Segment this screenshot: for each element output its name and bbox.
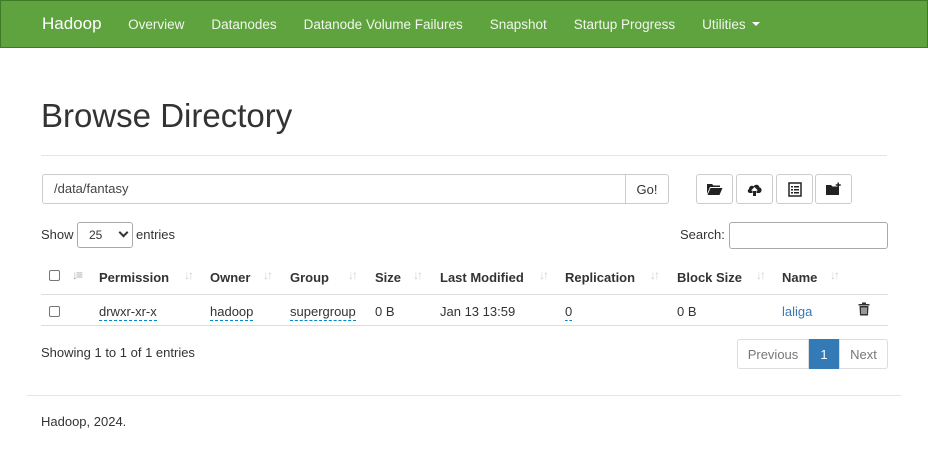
- footer-divider: [27, 395, 901, 396]
- column-header-block-size[interactable]: Block Size: [677, 270, 742, 285]
- permission-editable[interactable]: drwxr-xr-x: [99, 304, 157, 321]
- create-directory-button[interactable]: [815, 174, 852, 204]
- cloud-upload-icon: [747, 184, 762, 196]
- column-header-permission[interactable]: Permission: [99, 270, 169, 285]
- title-divider: [41, 155, 887, 156]
- sort-icon: ↓↑: [650, 268, 660, 282]
- column-header-last-modified[interactable]: Last Modified: [440, 270, 524, 285]
- column-header-name[interactable]: Name: [782, 270, 817, 285]
- directory-path-input[interactable]: /data/fantasy: [42, 174, 626, 204]
- pagination: Previous 1 Next: [737, 339, 888, 369]
- column-header-replication[interactable]: Replication: [565, 270, 635, 285]
- sort-icon: ↓↑: [348, 268, 358, 282]
- chevron-down-icon: [118, 227, 129, 238]
- search-label: Search:: [680, 227, 725, 242]
- page-length-value: 25: [89, 228, 103, 242]
- page-1-button[interactable]: 1: [809, 339, 839, 369]
- owner-editable[interactable]: hadoop: [210, 304, 254, 321]
- size-cell: 0 B: [375, 304, 395, 319]
- sort-icon: ↓↑: [830, 268, 840, 282]
- sort-icon: ↓↑: [539, 268, 549, 282]
- table-info: Showing 1 to 1 of 1 entries: [41, 345, 195, 360]
- top-navbar: Hadoop Overview Datanodes Datanode Volum…: [0, 0, 928, 48]
- select-all-checkbox[interactable]: [49, 270, 60, 281]
- table-row-divider: [41, 325, 888, 326]
- nav-utilities-label: Utilities: [702, 16, 746, 32]
- nav-datanode-volume-failures[interactable]: Datanode Volume Failures: [290, 0, 476, 48]
- table-header-divider: [41, 294, 888, 295]
- previous-page-button[interactable]: Previous: [737, 339, 809, 369]
- page-title: Browse Directory: [41, 97, 293, 134]
- group-editable[interactable]: supergroup: [290, 304, 356, 321]
- column-header-group[interactable]: Group: [290, 270, 329, 285]
- open-directory-button[interactable]: [696, 174, 733, 204]
- directory-name-link[interactable]: laliga: [782, 304, 812, 319]
- trash-icon: [858, 302, 870, 316]
- sort-icon: ↓↑: [413, 268, 423, 282]
- page-length-select[interactable]: 25: [77, 222, 133, 248]
- column-header-owner[interactable]: Owner: [210, 270, 250, 285]
- nav-overview[interactable]: Overview: [115, 0, 198, 48]
- row-checkbox[interactable]: [49, 306, 60, 317]
- entries-label: entries: [136, 227, 176, 242]
- sort-icon: ↓↑: [184, 268, 194, 282]
- last-modified-cell: Jan 13 13:59: [440, 304, 516, 319]
- sort-icon: ↓↑: [263, 268, 273, 282]
- sort-desc-icon[interactable]: ↓≡: [72, 268, 83, 282]
- show-label: Show: [41, 227, 74, 242]
- nav-snapshot[interactable]: Snapshot: [476, 0, 560, 48]
- next-page-button[interactable]: Next: [839, 339, 888, 369]
- column-header-size[interactable]: Size: [375, 270, 401, 285]
- caret-down-icon: [751, 22, 760, 26]
- go-button[interactable]: Go!: [625, 174, 669, 204]
- list-alt-icon: [787, 181, 802, 197]
- brand-link[interactable]: Hadoop: [42, 14, 102, 34]
- delete-button[interactable]: [858, 302, 870, 319]
- nav-datanodes[interactable]: Datanodes: [198, 0, 290, 48]
- folder-open-icon: [707, 184, 723, 195]
- footer-text: Hadoop, 2024.: [41, 414, 127, 429]
- search-input[interactable]: [729, 222, 888, 249]
- replication-editable[interactable]: 0: [565, 304, 573, 321]
- block-size-cell: 0 B: [677, 304, 697, 319]
- nav-startup-progress[interactable]: Startup Progress: [560, 0, 688, 48]
- list-view-button[interactable]: [776, 174, 813, 204]
- folder-plus-icon: [825, 182, 841, 195]
- nav-utilities-dropdown[interactable]: Utilities: [689, 0, 774, 48]
- sort-icon: ↓↑: [756, 268, 766, 282]
- upload-file-button[interactable]: [736, 174, 773, 204]
